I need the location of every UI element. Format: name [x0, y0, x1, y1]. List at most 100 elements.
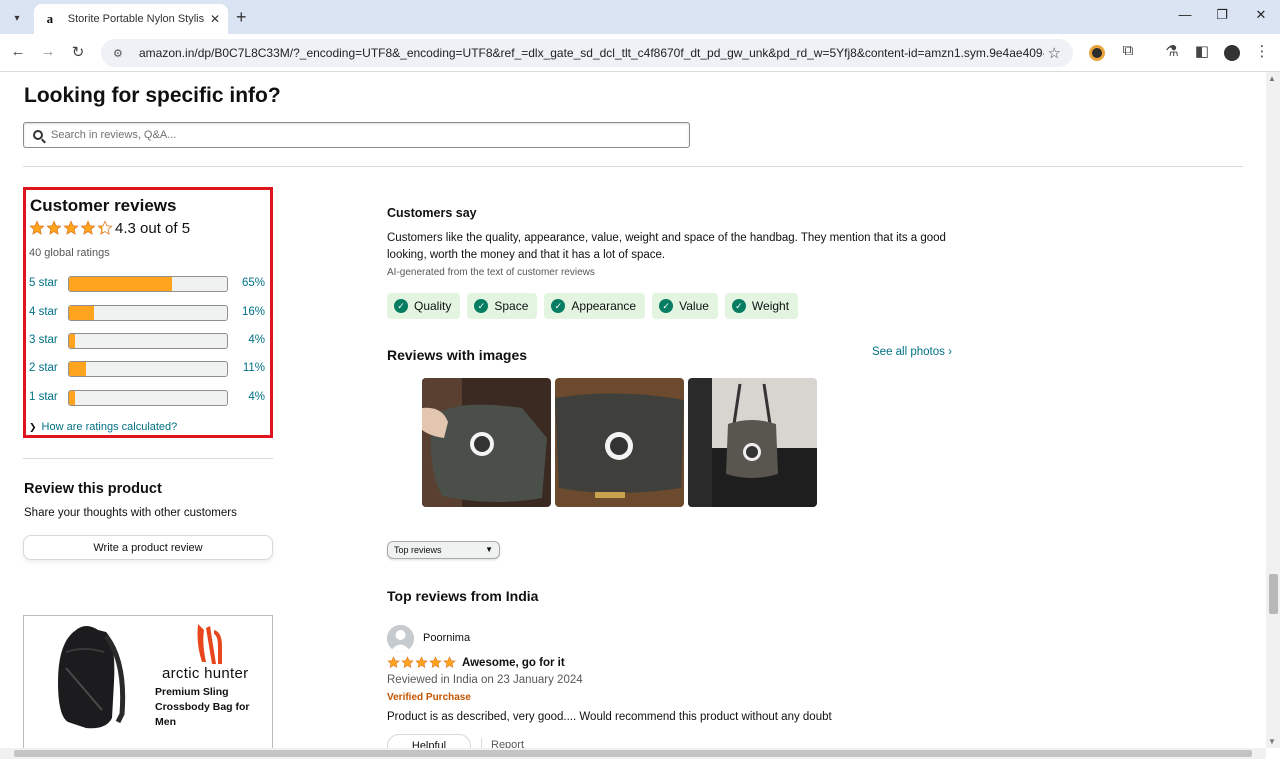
- tab-close-icon[interactable]: ✕: [210, 12, 220, 26]
- star-icon: [415, 656, 428, 669]
- scroll-down-icon[interactable]: ▼: [1268, 737, 1276, 746]
- histogram-row-1[interactable]: 1 star 4%: [29, 389, 265, 407]
- review-stars[interactable]: [387, 656, 457, 669]
- ad-line: Premium Sling: [155, 686, 229, 698]
- ad-brand-name: arctic hunter: [162, 665, 249, 682]
- star-icon: [429, 656, 442, 669]
- specific-info-heading: Looking for specific info?: [24, 84, 281, 107]
- verified-purchase-badge: Verified Purchase: [387, 692, 471, 703]
- vertical-scrollbar[interactable]: ▲ ▼: [1266, 72, 1280, 748]
- browser-toolbar: ← → ↻ ⚙ amazon.in/dp/B0C7L8C33M/?_encodi…: [0, 34, 1280, 72]
- profile-avatar-icon[interactable]: [1224, 45, 1240, 61]
- aspect-chip-weight[interactable]: ✓ Weight: [724, 293, 799, 319]
- sort-reviews-select[interactable]: Top reviews ▼: [387, 541, 500, 559]
- histogram-label[interactable]: 5 star: [29, 277, 58, 289]
- chip-label: Weight: [751, 299, 790, 313]
- reviews-with-images-title: Reviews with images: [387, 347, 528, 363]
- aspect-chip-space[interactable]: ✓ Space: [467, 293, 538, 319]
- star-icon: [97, 220, 113, 235]
- star-icon: [401, 656, 414, 669]
- new-tab-icon[interactable]: +: [236, 7, 247, 28]
- tab-search-menu-icon[interactable]: ▾: [7, 8, 27, 28]
- histogram-fill: [69, 362, 87, 376]
- window-close-icon[interactable]: ✕: [1251, 7, 1271, 23]
- histogram-bar[interactable]: [68, 390, 228, 406]
- check-circle-icon: ✓: [394, 299, 408, 313]
- see-all-photos-link[interactable]: See all photos ›: [872, 346, 952, 358]
- tab-strip: ▾ a Storite Portable Nylon Stylish Si ✕ …: [0, 0, 1280, 34]
- star-icon: [29, 220, 45, 235]
- restore-icon[interactable]: ❐: [1212, 7, 1232, 23]
- review-product-subtext: Share your thoughts with other customers: [24, 507, 237, 519]
- customer-reviews-summary: Customer reviews 4.3 out of 5 40 global …: [23, 187, 273, 438]
- chip-label: Space: [494, 299, 529, 313]
- histogram-row-4[interactable]: 4 star 16%: [29, 304, 265, 322]
- histogram-row-5[interactable]: 5 star 65%: [29, 275, 265, 293]
- histogram-label[interactable]: 3 star: [29, 334, 58, 346]
- reviewer-avatar: [387, 625, 414, 652]
- histogram-bar[interactable]: [68, 305, 228, 321]
- bookmark-star-icon[interactable]: ☆: [1048, 44, 1061, 62]
- horizontal-scrollbar[interactable]: [0, 748, 1266, 759]
- minimize-icon[interactable]: —: [1175, 7, 1195, 22]
- histogram-percent[interactable]: 4%: [225, 391, 265, 403]
- scrollbar-thumb[interactable]: [1269, 574, 1278, 614]
- forward-icon[interactable]: →: [38, 43, 58, 60]
- check-circle-icon: ✓: [731, 299, 746, 313]
- active-tab[interactable]: a Storite Portable Nylon Stylish Si ✕: [34, 4, 228, 34]
- reviews-search-input[interactable]: Search in reviews, Q&A...: [23, 122, 690, 148]
- reload-icon[interactable]: ↻: [68, 43, 88, 61]
- write-review-button[interactable]: Write a product review: [23, 535, 273, 560]
- histogram-label[interactable]: 1 star: [29, 391, 58, 403]
- rating-stars[interactable]: [29, 220, 114, 236]
- star-icon: [46, 220, 62, 235]
- sling-bag-image[interactable]: [46, 622, 126, 734]
- histogram-label[interactable]: 4 star: [29, 306, 58, 318]
- histogram-row-3[interactable]: 3 star 4%: [29, 332, 265, 350]
- histogram-percent[interactable]: 11%: [225, 362, 265, 374]
- histogram-fill: [69, 334, 76, 348]
- review-image-2[interactable]: [555, 378, 684, 507]
- reviewer-name[interactable]: Poornima: [423, 632, 470, 644]
- ad-copy: Premium Sling Crossbody Bag for Men: [155, 685, 265, 730]
- review-title[interactable]: Awesome, go for it: [462, 657, 565, 669]
- histogram-bar[interactable]: [68, 333, 228, 349]
- address-bar[interactable]: ⚙ amazon.in/dp/B0C7L8C33M/?_encoding=UTF…: [101, 39, 1073, 67]
- ad-line: Crossbody Bag for: [155, 701, 250, 713]
- aspect-chip-appearance[interactable]: ✓ Appearance: [544, 293, 646, 319]
- check-circle-icon: ✓: [551, 299, 566, 313]
- histogram-row-2[interactable]: 2 star 11%: [29, 360, 265, 378]
- url-text[interactable]: amazon.in/dp/B0C7L8C33M/?_encoding=UTF8&…: [139, 46, 1044, 60]
- back-icon[interactable]: ←: [8, 43, 28, 60]
- labs-flask-icon[interactable]: ⚗: [1162, 42, 1182, 60]
- how-ratings-calculated-link[interactable]: ❯ How are ratings calculated?: [29, 421, 177, 433]
- review-image-3[interactable]: [688, 378, 817, 507]
- tab-title: Storite Portable Nylon Stylish Si: [67, 13, 204, 25]
- aspect-chip-value[interactable]: ✓ Value: [652, 293, 718, 319]
- arctic-hunter-logo: [197, 624, 222, 664]
- chevron-down-icon: ▼: [485, 545, 493, 554]
- site-info-icon[interactable]: ⚙: [113, 47, 127, 60]
- menu-kebab-icon[interactable]: ⋮: [1252, 42, 1272, 60]
- chip-label: Quality: [414, 299, 452, 313]
- scroll-up-icon[interactable]: ▲: [1268, 74, 1276, 83]
- histogram-percent[interactable]: 16%: [225, 306, 265, 318]
- divider: [23, 166, 1243, 167]
- histogram-percent[interactable]: 4%: [225, 334, 265, 346]
- histogram-percent[interactable]: 65%: [225, 277, 265, 289]
- histogram-label[interactable]: 2 star: [29, 362, 58, 374]
- scrollbar-thumb[interactable]: [14, 750, 1252, 757]
- review-body: Product is as described, very good.... W…: [387, 711, 832, 723]
- extension-icon[interactable]: [1089, 45, 1105, 61]
- sponsored-ad[interactable]: arctic hunter Premium Sling Crossbody Ba…: [23, 615, 273, 755]
- side-panel-icon[interactable]: ◧: [1192, 42, 1212, 60]
- histogram-bar[interactable]: [68, 361, 228, 377]
- search-placeholder: Search in reviews, Q&A...: [51, 129, 177, 141]
- customers-say-summary: Customers like the quality, appearance, …: [387, 232, 946, 261]
- extensions-puzzle-icon[interactable]: ⧉: [1118, 42, 1138, 59]
- histogram-fill: [69, 391, 76, 405]
- aspect-chip-quality[interactable]: ✓ Quality: [387, 293, 461, 319]
- histogram-bar[interactable]: [68, 276, 228, 292]
- how-ratings-calculated-text[interactable]: How are ratings calculated?: [42, 421, 178, 433]
- review-image-1[interactable]: [422, 378, 551, 507]
